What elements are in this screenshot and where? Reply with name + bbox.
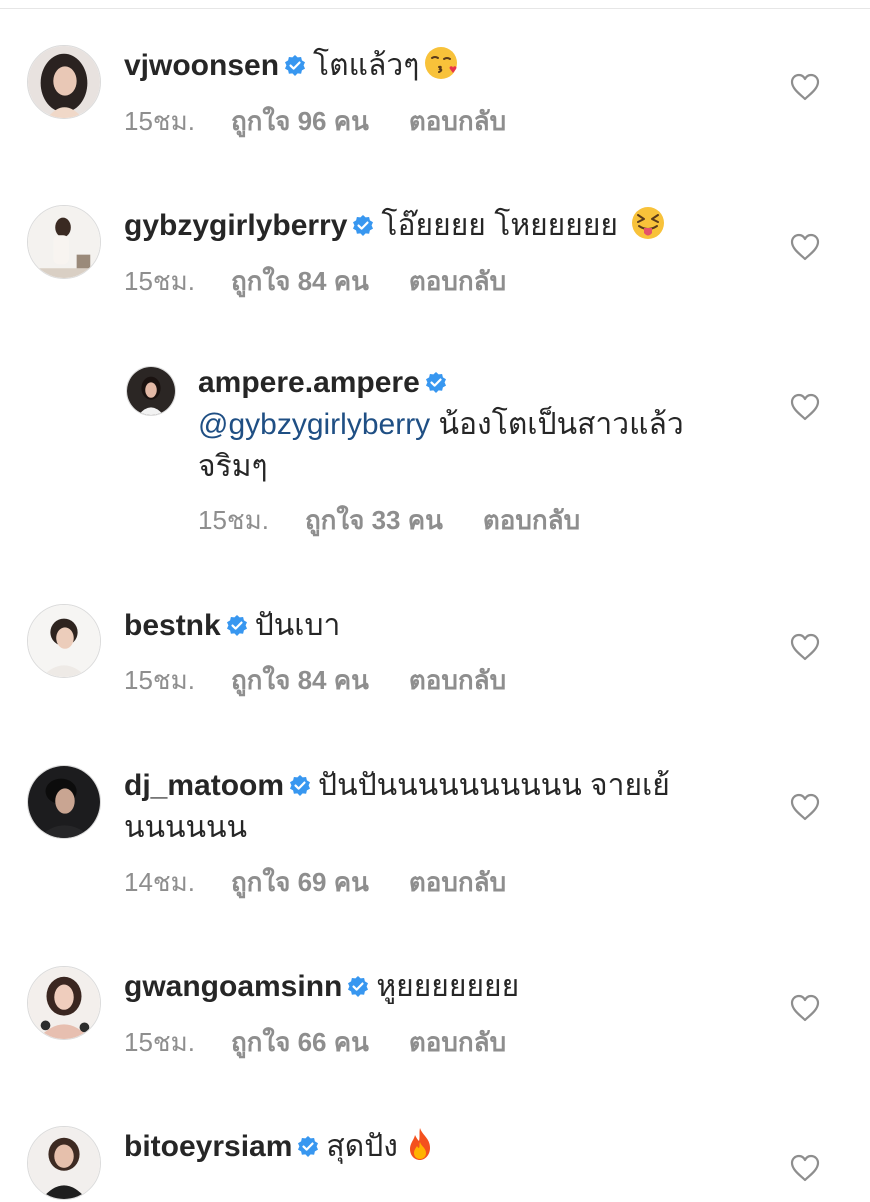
tongue-squint-emoji-icon (630, 205, 666, 241)
comment-text-line2: จริมๆ (198, 450, 268, 483)
comment-meta: 15ชม. ถูกใจ 96 คน ตอบกลับ (124, 106, 506, 136)
avatar[interactable] (126, 366, 176, 416)
timestamp: 15ชม. (124, 266, 195, 296)
comment-text: โอ๊ยยยย โหยยยยย (381, 209, 618, 242)
comment-body: dj_matoom ปันปันนนนนนนนนน จายเย้นนนนนน (124, 765, 744, 849)
verified-badge-icon (225, 614, 249, 638)
likes-count[interactable]: ถูกใจ 33 คน (305, 505, 443, 535)
likes-count[interactable]: ถูกใจ 84 คน (231, 266, 369, 296)
reply-button[interactable]: ตอบกลับ (409, 1027, 506, 1057)
verified-badge-icon (424, 371, 448, 395)
reply-button[interactable]: ตอบกลับ (409, 665, 506, 695)
verified-badge-icon (296, 1135, 320, 1159)
likes-count[interactable]: ถูกใจ 84 คน (231, 665, 369, 695)
username[interactable]: bestnk (124, 609, 221, 642)
reply-button[interactable]: ตอบกลับ (409, 266, 506, 296)
comment-body: gybzygirlyberry โอ๊ยยยย โหยยยยย (124, 205, 666, 247)
reply-button[interactable]: ตอบกลับ (483, 505, 580, 535)
reply-button[interactable]: ตอบกลับ (409, 106, 506, 136)
verified-badge-icon (346, 975, 370, 999)
like-heart-icon[interactable] (790, 233, 820, 261)
comment-text: ปันปันนนนนนนนนน จายเย้ (318, 769, 670, 802)
comment-meta: 15ชม. ถูกใจ 84 คน ตอบกลับ (124, 266, 506, 296)
likes-count[interactable]: ถูกใจ 96 คน (231, 106, 369, 136)
comment-text: ปันเบา (254, 609, 341, 642)
comment-body: bestnk ปันเบา (124, 605, 340, 647)
comment-meta: 15ชม. ถูกใจ 84 คน ตอบกลับ (124, 665, 506, 695)
like-heart-icon[interactable] (790, 994, 820, 1022)
timestamp: 14ชม. (124, 867, 195, 897)
comment-text: โตแล้วๆ (313, 49, 420, 82)
comment-body: vjwoonsen โตแล้วๆ (124, 45, 459, 87)
comment-meta: 14ชม. ถูกใจ 69 คน ตอบกลับ (124, 867, 506, 897)
comment-text: สุดปัง (326, 1130, 398, 1163)
like-heart-icon[interactable] (790, 793, 820, 821)
like-heart-icon[interactable] (790, 1154, 820, 1182)
comment-body: bitoeyrsiam สุดปัง (124, 1126, 438, 1168)
avatar[interactable] (27, 1126, 101, 1200)
username[interactable]: dj_matoom (124, 769, 284, 802)
verified-badge-icon (283, 54, 307, 78)
comment-meta: 15ชม. ถูกใจ 33 คน ตอบกลับ (198, 505, 580, 535)
verified-badge-icon (288, 774, 312, 798)
avatar[interactable] (27, 966, 101, 1040)
avatar[interactable] (27, 765, 101, 839)
like-heart-icon[interactable] (790, 633, 820, 661)
timestamp: 15ชม. (124, 1027, 195, 1057)
username[interactable]: vjwoonsen (124, 49, 279, 82)
username[interactable]: ampere.ampere (198, 366, 420, 399)
avatar[interactable] (27, 205, 101, 279)
avatar[interactable] (27, 604, 101, 678)
fire-emoji-icon (402, 1126, 438, 1162)
comment-text-line2: นนนนนน (124, 811, 248, 844)
top-divider (0, 8, 870, 9)
likes-count[interactable]: ถูกใจ 66 คน (231, 1027, 369, 1057)
avatar[interactable] (27, 45, 101, 119)
verified-badge-icon (351, 214, 375, 238)
comment-text: หูยยยยยยย (376, 970, 520, 1003)
timestamp: 15ชม. (198, 505, 269, 535)
comment-text: น้องโตเป็นสาวแล้ว (438, 408, 684, 441)
kissing-wink-emoji-icon (423, 45, 459, 81)
timestamp: 15ชม. (124, 106, 195, 136)
reply-button[interactable]: ตอบกลับ (409, 867, 506, 897)
comment-meta: 15ชม. ถูกใจ 66 คน ตอบกลับ (124, 1027, 506, 1057)
like-heart-icon[interactable] (790, 73, 820, 101)
username[interactable]: gwangoamsinn (124, 970, 342, 1003)
comment-body: ampere.ampere @gybzygirlyberry น้องโตเป็น… (198, 362, 758, 488)
mention-link[interactable]: @gybzygirlyberry (198, 408, 430, 441)
comment-body: gwangoamsinn หูยยยยยยย (124, 966, 519, 1008)
username[interactable]: gybzygirlyberry (124, 209, 347, 242)
likes-count[interactable]: ถูกใจ 69 คน (231, 867, 369, 897)
username[interactable]: bitoeyrsiam (124, 1130, 292, 1163)
like-heart-icon[interactable] (790, 393, 820, 421)
timestamp: 15ชม. (124, 665, 195, 695)
